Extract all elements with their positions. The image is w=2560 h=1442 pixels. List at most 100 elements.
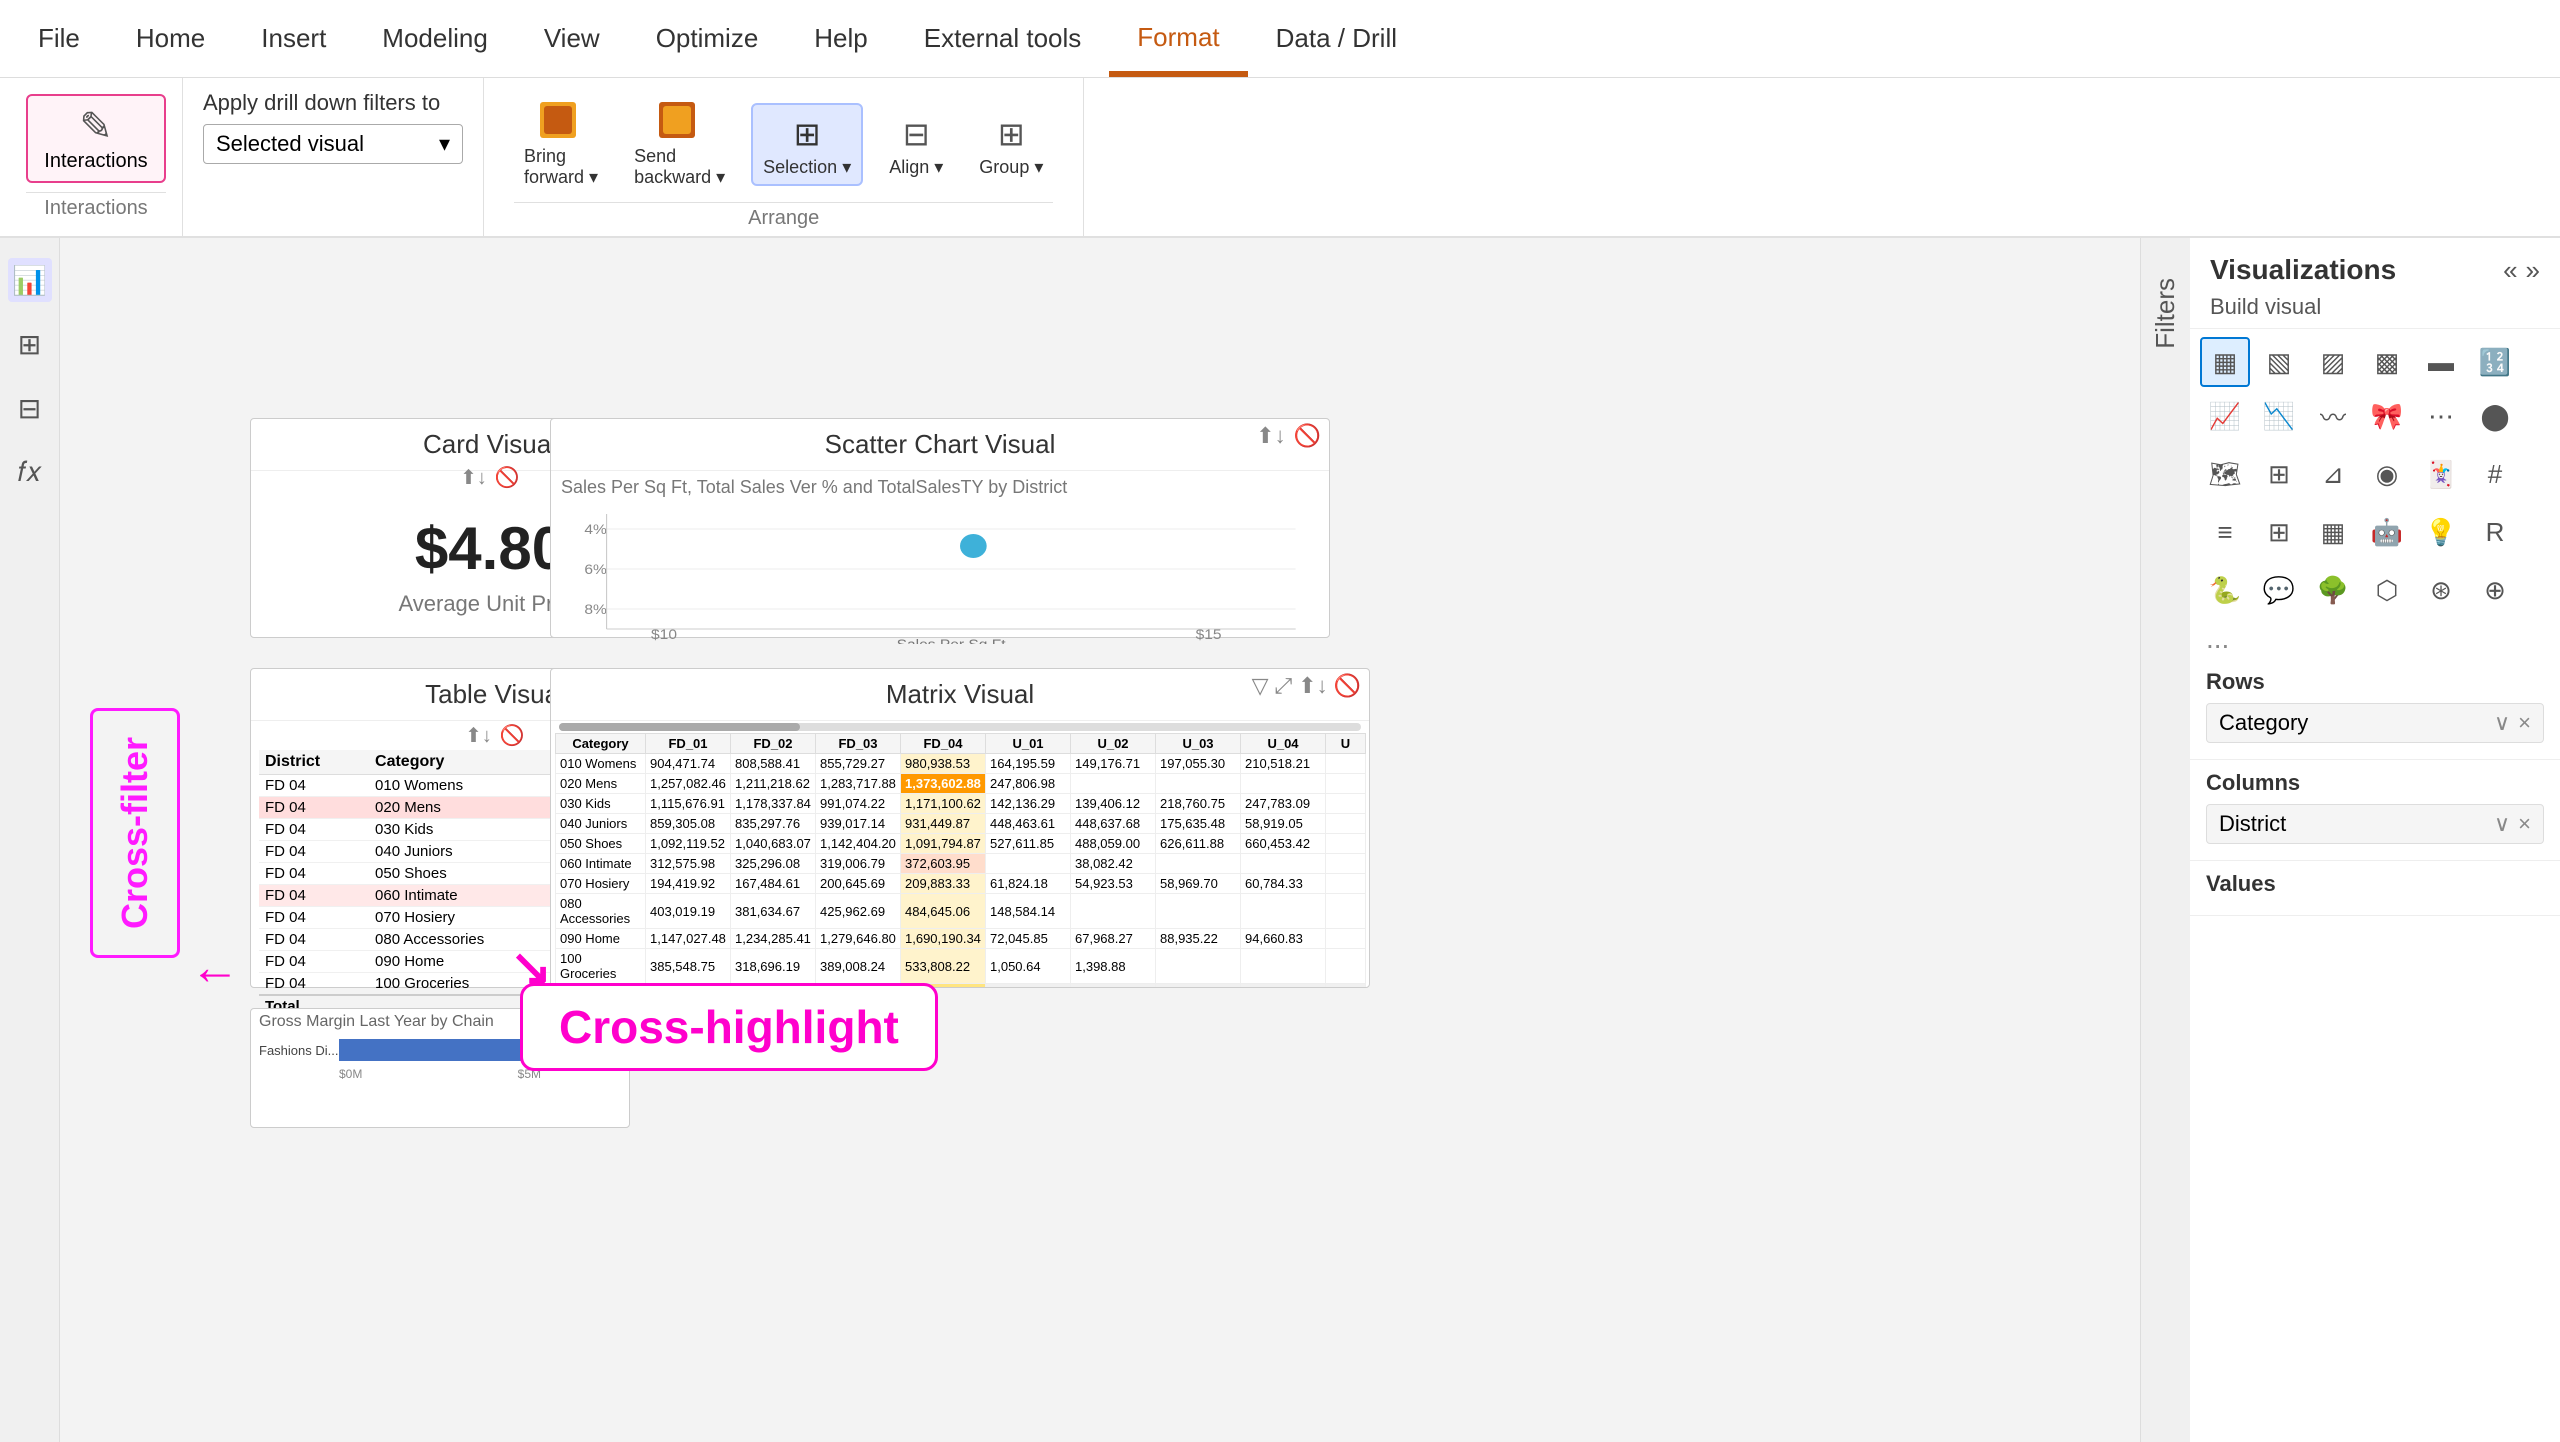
- right-panel-wrapper: Filters Visualizations « » Build visual …: [2140, 238, 2560, 1442]
- matrix-scrollbar[interactable]: [559, 723, 1361, 731]
- viz-icon-line-cluster[interactable]: 〰: [2308, 391, 2358, 441]
- viz-icon-table[interactable]: ⊞: [2254, 507, 2304, 557]
- viz-icon-kpi[interactable]: #: [2470, 449, 2520, 499]
- matrix-drill-icon[interactable]: ⬆↓: [1298, 673, 1327, 699]
- viz-icon-custom2[interactable]: ⊕: [2470, 565, 2520, 615]
- viz-icon-custom1[interactable]: ⊛: [2416, 565, 2466, 615]
- viz-columns-section: Columns District ∨ ×: [2190, 760, 2560, 861]
- scatter-header-icons: ⬆↓ 🚫: [1256, 423, 1321, 449]
- viz-rows-close[interactable]: ×: [2518, 710, 2531, 736]
- card-filter-icon[interactable]: 🚫: [495, 465, 520, 490]
- viz-icon-scatter[interactable]: ⋯: [2416, 391, 2466, 441]
- filters-tab[interactable]: Filters: [2142, 258, 2189, 369]
- interactions-button[interactable]: ✎ Interactions: [26, 94, 166, 183]
- viz-icon-stacked-bar[interactable]: ▧: [2254, 337, 2304, 387]
- viz-icon-decomp[interactable]: 🌳: [2308, 565, 2358, 615]
- menu-external-tools[interactable]: External tools: [896, 0, 1110, 77]
- svg-text:8%: 8%: [584, 603, 606, 618]
- viz-panel-header: Visualizations « » Build visual: [2190, 238, 2560, 329]
- viz-icons-row4: ≡ ⊞ ▦ 🤖 💡 R: [2190, 503, 2560, 561]
- matrix-row: 050 Shoes1,092,119.521,040,683.071,142,4…: [556, 834, 1366, 854]
- viz-rows-field: Category ∨ ×: [2206, 703, 2544, 743]
- viz-icon-map[interactable]: 🗺: [2200, 449, 2250, 499]
- align-icon: ⊟: [893, 111, 939, 157]
- bring-forward-button[interactable]: Bringforward ▾: [514, 94, 608, 194]
- menu-view[interactable]: View: [516, 0, 628, 77]
- sidebar-icon-table[interactable]: ⊞: [8, 322, 52, 366]
- send-backward-button[interactable]: Sendbackward ▾: [624, 94, 735, 194]
- matrix-col-category: Category: [556, 734, 646, 754]
- menu-help[interactable]: Help: [786, 0, 895, 77]
- viz-icon-100-bar[interactable]: ▨: [2308, 337, 2358, 387]
- viz-icon-h-bar[interactable]: ▬: [2416, 337, 2466, 387]
- sidebar-icon-model[interactable]: ⊟: [8, 386, 52, 430]
- card-sub-icons: ⬆↓ 🚫: [460, 465, 520, 490]
- viz-icon-bar[interactable]: ▦: [2200, 337, 2250, 387]
- ribbon: ✎ Interactions Interactions Apply drill …: [0, 78, 2560, 238]
- viz-icon-waterfall[interactable]: 🔢: [2470, 337, 2520, 387]
- viz-rows-chevron[interactable]: ∨: [2494, 710, 2510, 736]
- viz-expand-icon[interactable]: »: [2526, 255, 2540, 286]
- scatter-no-filter-icon[interactable]: 🚫: [1294, 423, 1321, 449]
- viz-icons-row1: ▦ ▧ ▨ ▩ ▬ 🔢: [2190, 329, 2560, 387]
- viz-collapse-icon[interactable]: «: [2503, 255, 2517, 286]
- table-sub-drill[interactable]: ⬆↓: [465, 723, 492, 748]
- viz-columns-label: Columns: [2206, 770, 2544, 796]
- matrix-expand-icon[interactable]: ⤢: [1275, 673, 1293, 699]
- viz-icon-line[interactable]: 📈: [2200, 391, 2250, 441]
- matrix-no-filter-icon[interactable]: 🚫: [1334, 673, 1361, 699]
- viz-icon-funnel[interactable]: ⊿: [2308, 449, 2358, 499]
- card-drill-down-icon[interactable]: ⬆↓: [460, 465, 487, 490]
- matrix-header-icons: ▽ ⤢ ⬆↓ 🚫: [1252, 673, 1361, 699]
- viz-icon-treemap[interactable]: ⊞: [2254, 449, 2304, 499]
- viz-icon-slicer[interactable]: ≡: [2200, 507, 2250, 557]
- svg-text:$10: $10: [651, 628, 677, 643]
- viz-icon-ai1[interactable]: 🤖: [2362, 507, 2412, 557]
- col-category: Category: [369, 750, 568, 775]
- viz-icon-smart[interactable]: ⬡: [2362, 565, 2412, 615]
- viz-columns-close[interactable]: ×: [2518, 811, 2531, 837]
- cross-filter-annotation: Cross-filter: [90, 708, 180, 958]
- menu-format[interactable]: Format: [1109, 0, 1247, 77]
- selected-visual-dropdown[interactable]: Selected visual ▾: [203, 124, 463, 164]
- scatter-drill-icon[interactable]: ⬆↓: [1256, 423, 1285, 449]
- viz-icon-card[interactable]: 🃏: [2416, 449, 2466, 499]
- viz-icon-ai2[interactable]: 💡: [2416, 507, 2466, 557]
- sidebar-icon-dax[interactable]: 𝑓𝑥: [8, 450, 52, 494]
- viz-columns-chevron[interactable]: ∨: [2494, 811, 2510, 837]
- selection-button[interactable]: ⊞ Selection ▾: [751, 103, 863, 186]
- svg-text:$15: $15: [1196, 628, 1222, 643]
- matrix-col-u01: U_01: [986, 734, 1071, 754]
- group-button[interactable]: ⊞ Group ▾: [969, 105, 1053, 184]
- viz-icon-matrix[interactable]: ▦: [2308, 507, 2358, 557]
- viz-icon-gauge[interactable]: ◉: [2362, 449, 2412, 499]
- svg-text:4%: 4%: [584, 523, 606, 538]
- sidebar-icon-bar-chart[interactable]: 📊: [8, 258, 52, 302]
- matrix-visual: ▽ ⤢ ⬆↓ 🚫 Matrix Visual: [550, 668, 1370, 988]
- arrange-section: Bringforward ▾ Sendbackward ▾ ⊞ Selectio…: [484, 78, 1084, 236]
- viz-icon-qa[interactable]: 💬: [2254, 565, 2304, 615]
- menu-insert[interactable]: Insert: [233, 0, 354, 77]
- matrix-col-fd03: FD_03: [816, 734, 901, 754]
- viz-icon-python[interactable]: 🐍: [2200, 565, 2250, 615]
- matrix-filter-icon[interactable]: ▽: [1252, 673, 1269, 699]
- menu-modeling[interactable]: Modeling: [354, 0, 516, 77]
- svg-text:6%: 6%: [584, 563, 606, 578]
- menu-data-drill[interactable]: Data / Drill: [1248, 0, 1425, 77]
- viz-icon-r[interactable]: R: [2470, 507, 2520, 557]
- scatter-subtitle: Sales Per Sq Ft, Total Sales Ver % and T…: [551, 471, 1329, 504]
- menu-file[interactable]: File: [10, 0, 108, 77]
- send-backward-icon: [657, 100, 703, 146]
- viz-icon-pie[interactable]: ⬤: [2470, 391, 2520, 441]
- menu-optimize[interactable]: Optimize: [628, 0, 787, 77]
- viz-icon-area[interactable]: 📉: [2254, 391, 2304, 441]
- menu-home[interactable]: Home: [108, 0, 233, 77]
- table-sub-filter[interactable]: 🚫: [500, 723, 525, 748]
- send-backward-label: Sendbackward ▾: [634, 146, 725, 188]
- matrix-data-table: Category FD_01 FD_02 FD_03 FD_04 U_01 U_…: [555, 733, 1366, 988]
- viz-icon-cluster-bar[interactable]: ▩: [2362, 337, 2412, 387]
- viz-icon-ribbon[interactable]: 🎀: [2362, 391, 2412, 441]
- selected-visual-value: Selected visual: [216, 131, 364, 157]
- align-button[interactable]: ⊟ Align ▾: [879, 105, 953, 184]
- matrix-row: 090 Home1,147,027.481,234,285.411,279,64…: [556, 929, 1366, 949]
